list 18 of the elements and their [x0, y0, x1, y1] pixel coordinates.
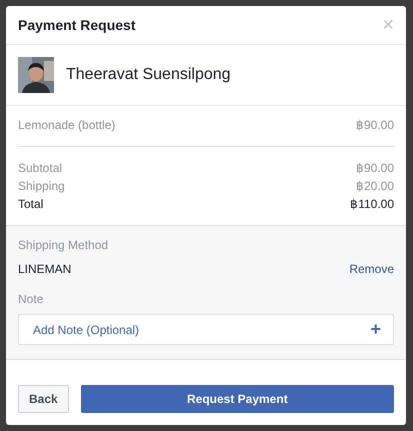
request-payment-button[interactable]: Request Payment [80, 385, 394, 413]
summary-label: Shipping [18, 178, 65, 195]
note-field[interactable]: Add Note (Optional) + [18, 314, 394, 345]
section-label: Shipping Method [18, 238, 110, 252]
recipient-name: Theeravat Suensilpong [66, 66, 231, 84]
back-button[interactable]: Back [18, 385, 69, 413]
summary-label: Subtotal [18, 160, 62, 177]
summary-amount: ฿110.00 [350, 196, 394, 213]
remove-link[interactable]: Remove [349, 262, 394, 276]
item-name: Lemonade (bottle) [18, 117, 116, 134]
section-label: Note [18, 292, 44, 306]
item-price: ฿90.00 [356, 117, 394, 134]
shipping-method: LINEMAN [18, 262, 72, 276]
summary-label: Total [18, 196, 44, 213]
dialog-title: Payment Request [18, 17, 136, 33]
summary-amount: ฿90.00 [356, 160, 394, 177]
summary-amount: ฿20.00 [356, 178, 394, 195]
add-button[interactable]: + [370, 319, 381, 340]
